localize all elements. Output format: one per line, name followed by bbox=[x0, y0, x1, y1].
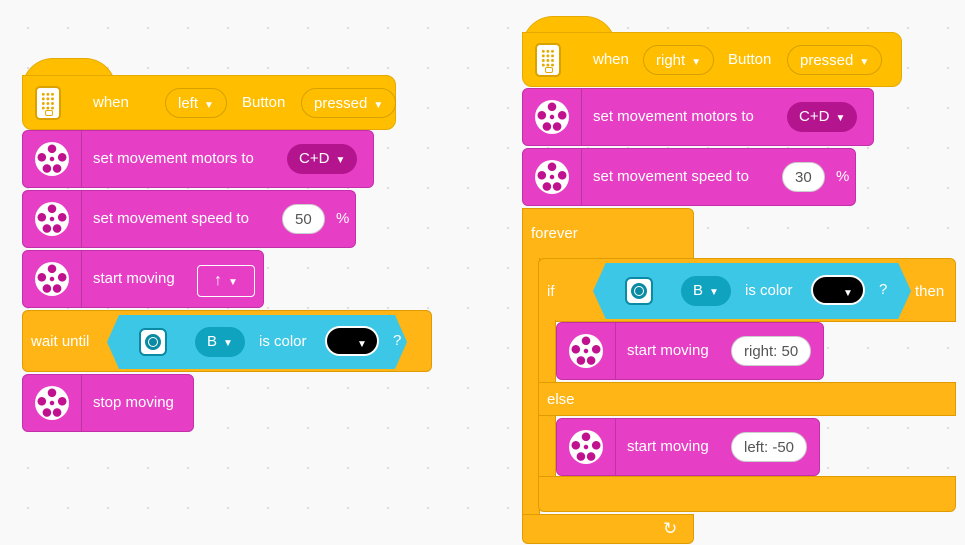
icon-cell bbox=[23, 251, 82, 307]
chevron-down-icon: ▼ bbox=[223, 338, 233, 349]
block-label: stop moving bbox=[93, 394, 174, 411]
if-then-block[interactable]: if B ▼ is color ▼ ? then bbox=[538, 258, 956, 322]
sensor-port-dropdown[interactable]: B ▼ bbox=[681, 276, 731, 306]
right-set-speed-block[interactable]: set movement speed to 30 % bbox=[522, 148, 856, 206]
chevron-down-icon: ▼ bbox=[204, 100, 214, 111]
loop-arrow-icon: ↻ bbox=[663, 519, 678, 538]
question-mark: ? bbox=[879, 281, 888, 298]
chevron-down-icon: ▼ bbox=[228, 277, 238, 288]
forever-foot: ↻ bbox=[522, 514, 694, 544]
hub-icon bbox=[535, 43, 561, 77]
motor-icon bbox=[569, 430, 603, 464]
percent-label: % bbox=[836, 168, 850, 185]
when-label: when bbox=[593, 51, 629, 68]
color-sensor-icon bbox=[139, 328, 167, 356]
up-arrow-icon: ↑ bbox=[214, 272, 223, 289]
block-label: start moving bbox=[93, 270, 175, 287]
motor-icon bbox=[35, 262, 69, 296]
icon-cell bbox=[523, 149, 582, 205]
icon-cell bbox=[23, 131, 82, 187]
question-mark: ? bbox=[393, 332, 402, 349]
button-label: Button bbox=[728, 51, 772, 68]
steer-value-input[interactable]: right: 50 bbox=[731, 336, 812, 366]
motor-icon bbox=[35, 202, 69, 236]
block-label: set movement motors to bbox=[93, 150, 254, 167]
chevron-down-icon: ▼ bbox=[843, 288, 853, 299]
motor-icon bbox=[35, 386, 69, 420]
block-label: start moving bbox=[627, 438, 709, 455]
steer-value-input[interactable]: left: -50 bbox=[731, 432, 808, 462]
state-dropdown[interactable]: pressed ▼ bbox=[787, 45, 883, 75]
right-when-button-block[interactable]: when right ▼ Button pressed ▼ bbox=[522, 32, 902, 87]
left-wait-until-block[interactable]: wait until B ▼ is color ▼ ? bbox=[22, 310, 432, 372]
block-label: start moving bbox=[627, 342, 709, 359]
right-set-motors-block[interactable]: set movement motors to C+D ▼ bbox=[522, 88, 874, 146]
is-color-label: is color bbox=[259, 333, 307, 350]
left-start-moving-block[interactable]: start moving ↑ ▼ bbox=[22, 250, 264, 308]
speed-input[interactable]: 30 bbox=[782, 162, 825, 192]
color-sensor-icon bbox=[625, 277, 653, 305]
start-moving-right-block[interactable]: start moving right: 50 bbox=[556, 322, 824, 380]
block-label: set movement motors to bbox=[593, 108, 754, 125]
port-dropdown[interactable]: left ▼ bbox=[165, 88, 227, 118]
icon-cell bbox=[557, 419, 616, 475]
left-when-button-block[interactable]: when left ▼ Button pressed ▼ bbox=[22, 75, 397, 130]
motor-icon bbox=[35, 142, 69, 176]
speed-input[interactable]: 50 bbox=[282, 204, 325, 234]
button-label: Button bbox=[242, 94, 286, 111]
start-moving-left-block[interactable]: start moving left: -50 bbox=[556, 418, 820, 476]
chevron-down-icon: ▼ bbox=[859, 57, 870, 68]
if-foot bbox=[538, 476, 956, 512]
when-label: when bbox=[93, 94, 129, 111]
is-color-label: is color bbox=[745, 282, 793, 299]
chevron-down-icon: ▼ bbox=[335, 155, 346, 166]
motors-dropdown[interactable]: C+D ▼ bbox=[787, 102, 858, 132]
motor-icon bbox=[535, 100, 569, 134]
hub-icon bbox=[35, 86, 61, 120]
icon-cell bbox=[523, 89, 582, 145]
port-dropdown[interactable]: right ▼ bbox=[643, 45, 715, 75]
percent-label: % bbox=[336, 210, 350, 227]
else-block: else bbox=[538, 382, 956, 416]
else-label: else bbox=[547, 391, 575, 408]
sensor-port-dropdown[interactable]: B ▼ bbox=[195, 327, 245, 357]
color-sensor-condition[interactable]: B ▼ is color ▼ ? bbox=[593, 263, 911, 319]
motors-dropdown[interactable]: C+D ▼ bbox=[287, 144, 358, 174]
left-set-speed-block[interactable]: set movement speed to 50 % bbox=[22, 190, 356, 248]
block-label: set movement speed to bbox=[593, 168, 749, 185]
chevron-down-icon: ▼ bbox=[709, 287, 719, 298]
chevron-down-icon: ▼ bbox=[835, 113, 846, 124]
chevron-down-icon: ▼ bbox=[357, 339, 367, 350]
then-label: then bbox=[915, 283, 945, 300]
forever-label: forever bbox=[531, 225, 578, 242]
motor-icon bbox=[535, 160, 569, 194]
color-dropdown[interactable]: ▼ bbox=[811, 275, 865, 305]
if-label: if bbox=[547, 283, 555, 300]
block-label: set movement speed to bbox=[93, 210, 249, 227]
icon-cell bbox=[557, 323, 616, 379]
left-stop-moving-block[interactable]: stop moving bbox=[22, 374, 194, 432]
state-dropdown[interactable]: pressed ▼ bbox=[301, 88, 397, 118]
left-set-motors-block[interactable]: set movement motors to C+D ▼ bbox=[22, 130, 374, 188]
icon-cell bbox=[23, 191, 82, 247]
chevron-down-icon: ▼ bbox=[691, 57, 702, 68]
forever-block[interactable]: forever bbox=[522, 208, 694, 260]
chevron-down-icon: ▼ bbox=[373, 100, 384, 111]
direction-dropdown[interactable]: ↑ ▼ bbox=[197, 265, 255, 297]
block-label: wait until bbox=[31, 333, 90, 350]
icon-cell bbox=[23, 375, 82, 431]
color-sensor-condition[interactable]: B ▼ is color ▼ ? bbox=[107, 315, 407, 369]
color-dropdown[interactable]: ▼ bbox=[325, 326, 379, 356]
motor-icon bbox=[569, 334, 603, 368]
